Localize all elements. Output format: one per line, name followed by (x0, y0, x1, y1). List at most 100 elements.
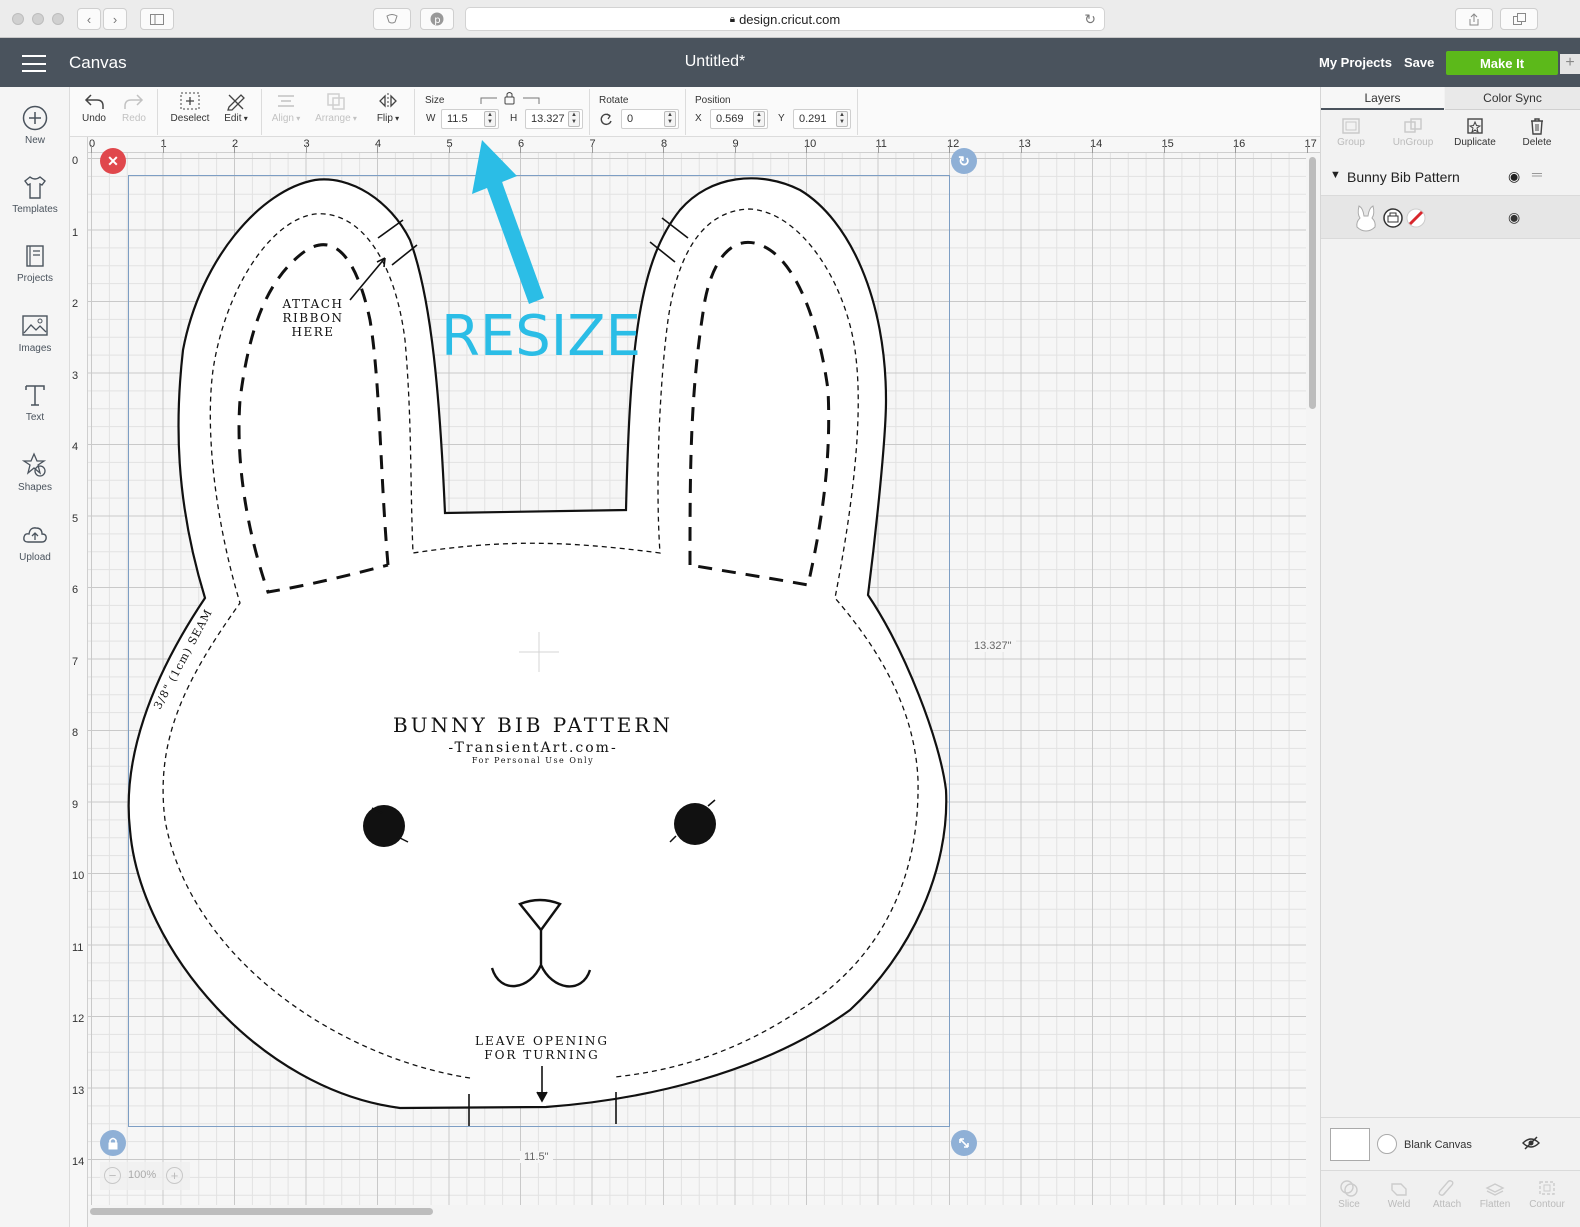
duplicate-button[interactable]: Duplicate (1449, 117, 1501, 148)
contour-button[interactable]: Contour (1523, 1179, 1571, 1210)
sidebar-item-label: Templates (12, 204, 58, 215)
ribbon-note-line-3: HERE (291, 325, 334, 339)
flatten-button[interactable]: Flatten (1471, 1179, 1519, 1210)
rotate-handle-icon[interactable]: ↻ (951, 148, 977, 174)
sidebar-item-label: Upload (19, 552, 51, 563)
visibility-eye-icon[interactable]: ◉ (1508, 168, 1520, 185)
text-icon (25, 385, 45, 406)
width-dimension: 11.5" (520, 1151, 553, 1163)
zoom-level: 100% (128, 1169, 157, 1181)
rotate-stepper[interactable]: ▲ ▼ (664, 111, 676, 127)
canvas-color-swatch[interactable] (1377, 1134, 1397, 1154)
height-dimension: 13.327" (970, 640, 1016, 652)
pencil-ruler-icon (227, 94, 245, 111)
edit-button[interactable]: Edit ▾ (218, 91, 254, 124)
weld-icon (1391, 1183, 1407, 1196)
delete-button[interactable]: Delete (1517, 117, 1557, 148)
forward-icon[interactable]: › (103, 8, 127, 30)
flip-button[interactable]: Flip ▾ (370, 91, 406, 124)
shield-icon[interactable] (373, 8, 411, 30)
ungroup-icon (1404, 118, 1422, 133)
new-tab-icon[interactable]: + (1560, 54, 1580, 74)
group-button[interactable]: Group (1327, 117, 1375, 148)
undo-button[interactable]: Undo (80, 91, 108, 124)
width-stepper[interactable]: ▲ ▼ (484, 111, 496, 127)
drag-handle-icon[interactable]: ═ (1532, 166, 1542, 182)
contour-icon (1539, 1181, 1555, 1195)
back-icon[interactable]: ‹ (77, 8, 101, 30)
x-position-stepper[interactable]: ▲ ▼ (753, 111, 765, 127)
deselect-button[interactable]: Deselect (168, 91, 212, 124)
my-projects-link[interactable]: My Projects (1319, 55, 1392, 70)
height-stepper[interactable]: ▲ ▼ (568, 111, 580, 127)
undo-icon (84, 94, 104, 109)
make-it-button[interactable]: Make It (1446, 51, 1558, 75)
pattern-usage: For Personal Use Only (472, 756, 594, 765)
ribbon-note-line-1: ATTACH (282, 297, 344, 311)
height-input[interactable]: 13.327 ▲ ▼ (525, 109, 583, 129)
tab-layers[interactable]: Layers (1321, 87, 1444, 110)
arrange-button[interactable]: Arrange ▾ (312, 91, 360, 124)
sidebar-item-projects[interactable]: Projects (0, 243, 70, 284)
browser-chrome: ‹ › p 🔒︎ design.cricut.com ↻ (0, 0, 1580, 38)
redo-button[interactable]: Redo (120, 91, 148, 124)
width-input[interactable]: 11.5 ▲ ▼ (441, 109, 499, 129)
lock-proportions-icon[interactable] (479, 91, 541, 105)
vertical-scrollbar[interactable] (1309, 157, 1316, 409)
reload-icon[interactable]: ↻ (1084, 11, 1096, 28)
sidebar-toggle-icon[interactable] (140, 8, 174, 30)
left-sidebar: New Templates Projects Images Text Shape… (0, 87, 70, 1227)
zoom-out-icon[interactable]: − (104, 1167, 121, 1184)
rotate-input[interactable]: 0 ▲ ▼ (621, 109, 679, 129)
sidebar-item-templates[interactable]: Templates (0, 174, 70, 215)
horizontal-scrollbar[interactable] (90, 1208, 433, 1215)
maximize-window-icon[interactable] (52, 13, 64, 25)
y-position-input[interactable]: 0.291 ▲ ▼ (793, 109, 851, 129)
lock-handle-icon[interactable] (100, 1130, 126, 1156)
arrange-icon (327, 93, 345, 110)
trash-icon (1531, 118, 1543, 135)
no-fill-icon[interactable] (1406, 208, 1426, 228)
close-window-icon[interactable] (12, 13, 24, 25)
y-position-stepper[interactable]: ▲ ▼ (836, 111, 848, 127)
ungroup-button[interactable]: UnGroup (1383, 117, 1443, 148)
delete-handle-icon[interactable]: ✕ (100, 148, 126, 174)
layer-group-bunny-bib[interactable]: ▼ Bunny Bib Pattern ◉ ═ (1321, 162, 1580, 192)
slice-button[interactable]: Slice (1327, 1179, 1371, 1210)
bottom-tools: Slice Weld Attach Flatten Contour (1321, 1170, 1580, 1227)
design-canvas[interactable]: 0 1 2 3 4 5 6 7 8 9 10 11 12 13 14 15 16 17 0 1 2 3 4 5 6 7 8 9 10 1… (70, 137, 1320, 1227)
blank-canvas-swatch[interactable] (1330, 1128, 1370, 1161)
rotate-icon (600, 113, 612, 126)
zoom-in-icon[interactable]: + (166, 1167, 183, 1184)
bunny-bib-pattern[interactable]: ATTACH RIBBON HERE BUNNY BIB PATTERN -Tr… (70, 137, 1306, 1205)
pinterest-icon[interactable]: p (420, 8, 454, 30)
align-button[interactable]: Align ▾ (268, 91, 304, 124)
tabs-overview-icon[interactable] (1500, 8, 1538, 30)
weld-button[interactable]: Weld (1377, 1179, 1421, 1210)
book-icon (26, 245, 44, 267)
blank-canvas-row: Blank Canvas (1321, 1117, 1580, 1167)
paperclip-icon (1438, 1180, 1454, 1196)
url-text: design.cricut.com (739, 11, 841, 27)
position-label: Position (695, 95, 731, 106)
sidebar-item-images[interactable]: Images (0, 313, 70, 354)
layer-item[interactable]: ◉ (1321, 195, 1580, 239)
sidebar-item-upload[interactable]: Upload (0, 522, 70, 563)
visibility-eye-icon[interactable]: ◉ (1508, 209, 1520, 226)
sidebar-item-label: New (24, 135, 45, 146)
minimize-window-icon[interactable] (32, 13, 44, 25)
align-icon (278, 95, 294, 107)
x-position-input[interactable]: 0.569 ▲ ▼ (710, 109, 768, 129)
url-bar[interactable]: 🔒︎ design.cricut.com ↻ (465, 7, 1105, 31)
sidebar-item-new[interactable]: New (0, 105, 70, 146)
hidden-eye-icon[interactable] (1522, 1136, 1540, 1150)
resize-handle-icon[interactable] (951, 1130, 977, 1156)
blank-canvas-label: Blank Canvas (1404, 1139, 1472, 1151)
sidebar-item-text[interactable]: Text (0, 382, 70, 423)
sidebar-item-shapes[interactable]: Shapes (0, 452, 70, 493)
tab-color-sync[interactable]: Color Sync (1445, 87, 1580, 110)
collapse-arrow-icon[interactable]: ▼ (1330, 169, 1341, 181)
share-icon[interactable] (1455, 8, 1493, 30)
attach-button[interactable]: Attach (1425, 1179, 1469, 1210)
save-button[interactable]: Save (1404, 55, 1434, 70)
